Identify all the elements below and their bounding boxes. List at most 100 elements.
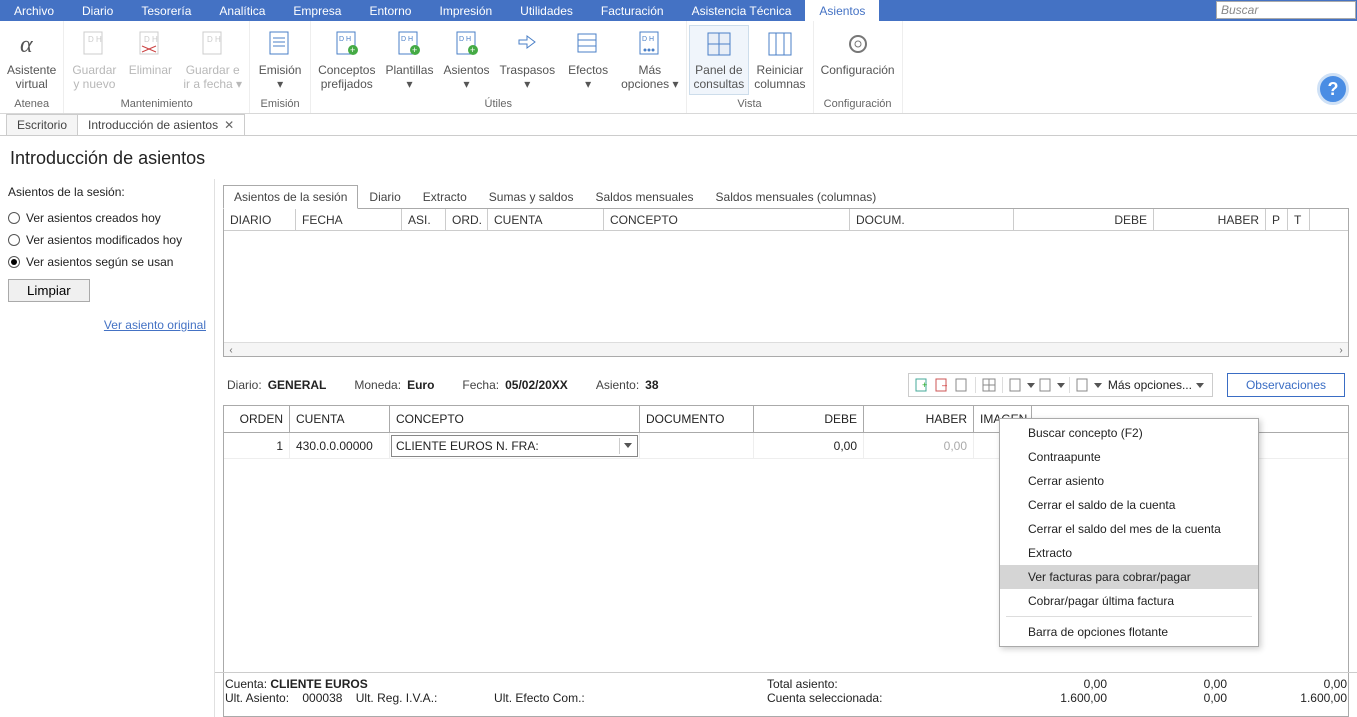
doc-del-icon[interactable]: –: [933, 376, 951, 394]
list2-icon[interactable]: [1037, 376, 1055, 394]
menu-diario[interactable]: Diario: [68, 0, 127, 21]
menu-facturación[interactable]: Facturación: [587, 0, 678, 21]
svg-text:α: α: [20, 32, 33, 58]
scrollbar[interactable]: ‹ ›: [224, 342, 1348, 356]
col-header[interactable]: ORDEN: [224, 406, 290, 432]
menu-item[interactable]: Buscar concepto (F2): [1000, 421, 1258, 445]
col-header[interactable]: ORD.: [446, 209, 488, 230]
menu-archivo[interactable]: Archivo: [0, 0, 68, 21]
inner-tab[interactable]: Sumas y saldos: [478, 185, 585, 208]
menu-asistencia técnica[interactable]: Asistencia Técnica: [678, 0, 806, 21]
menu-item[interactable]: Extracto: [1000, 541, 1258, 565]
col-header[interactable]: T: [1288, 209, 1310, 230]
cell-concepto[interactable]: CLIENTE EUROS N. FRA:: [390, 433, 640, 458]
menu-asientos[interactable]: Asientos: [805, 0, 879, 21]
col-header[interactable]: DEBE: [1014, 209, 1154, 230]
ribbon-guardar-e: D HGuardar eir a fecha ▾: [178, 25, 247, 95]
footer-cuenta-value: CLIENTE EUROS: [270, 677, 367, 691]
search-input[interactable]: Buscar: [1216, 1, 1356, 19]
inner-tab[interactable]: Extracto: [412, 185, 478, 208]
col-header[interactable]: CUENTA: [290, 406, 390, 432]
cell-documento[interactable]: [640, 433, 754, 458]
menu-item[interactable]: Cerrar asiento: [1000, 469, 1258, 493]
ribbon-asistente[interactable]: αAsistentevirtual: [2, 25, 61, 95]
radio-option[interactable]: Ver asientos creados hoy: [8, 207, 206, 229]
col-header[interactable]: CONCEPTO: [604, 209, 850, 230]
observations-button[interactable]: Observaciones: [1227, 373, 1345, 397]
ribbon-configuración[interactable]: Configuración: [816, 25, 900, 81]
caret-icon[interactable]: [1057, 383, 1065, 388]
col-header[interactable]: DEBE: [754, 406, 864, 432]
menu-item[interactable]: Cerrar el saldo de la cuenta: [1000, 493, 1258, 517]
cell-haber[interactable]: 0,00: [864, 433, 974, 458]
col-header[interactable]: CONCEPTO: [390, 406, 640, 432]
col-header[interactable]: DIARIO: [224, 209, 296, 230]
more-options-button[interactable]: Más opciones...: [1104, 378, 1208, 392]
col-header[interactable]: DOCUMENTO: [640, 406, 754, 432]
menu-utilidades[interactable]: Utilidades: [506, 0, 587, 21]
ribbon-efectos[interactable]: Efectos▾: [560, 25, 616, 95]
inner-tab[interactable]: Saldos mensuales: [584, 185, 704, 208]
scroll-right-icon[interactable]: ›: [1334, 343, 1348, 357]
grid-icon[interactable]: [980, 376, 998, 394]
ribbon-emisión[interactable]: Emisión▾: [252, 25, 308, 95]
menu-entorno[interactable]: Entorno: [355, 0, 425, 21]
doc-plus-icon: D H+: [331, 28, 363, 60]
clear-button[interactable]: Limpiar: [8, 279, 90, 302]
doc-dup-icon[interactable]: [953, 376, 971, 394]
doc-tab-escritorio[interactable]: Escritorio: [6, 114, 78, 135]
col-header[interactable]: FECHA: [296, 209, 402, 230]
ribbon-traspasos[interactable]: Traspasos▾: [495, 25, 561, 95]
radio-option[interactable]: Ver asientos modificados hoy: [8, 229, 206, 251]
col-header[interactable]: P: [1266, 209, 1288, 230]
view-original-link[interactable]: Ver asiento original: [8, 318, 206, 332]
menu-item[interactable]: Contraapunte: [1000, 445, 1258, 469]
radio-icon: [8, 256, 20, 268]
radio-option[interactable]: Ver asientos según se usan: [8, 251, 206, 273]
entry-info-bar: Diario: GENERAL Moneda: Euro Fecha: 05/0…: [223, 357, 1349, 405]
menu-empresa[interactable]: Empresa: [279, 0, 355, 21]
doc-tab-introducción-de-asientos[interactable]: Introducción de asientos✕: [77, 114, 245, 135]
menu-item[interactable]: Cobrar/pagar última factura: [1000, 589, 1258, 613]
inner-tab[interactable]: Asientos de la sesión: [223, 185, 358, 209]
footer-ultasi-value: 000038: [302, 691, 342, 705]
col-header[interactable]: HABER: [864, 406, 974, 432]
menu-item[interactable]: Cerrar el saldo del mes de la cuenta: [1000, 517, 1258, 541]
menu-impresión[interactable]: Impresión: [425, 0, 506, 21]
close-icon[interactable]: ✕: [224, 118, 234, 132]
col-header[interactable]: CUENTA: [488, 209, 604, 230]
combo-caret-icon[interactable]: [619, 438, 635, 454]
doc-dots-icon: D H: [634, 28, 666, 60]
ribbon-conceptos[interactable]: D H+Conceptosprefijados: [313, 25, 380, 95]
concepto-combobox[interactable]: CLIENTE EUROS N. FRA:: [391, 435, 638, 457]
col-header[interactable]: DOCUM.: [850, 209, 1014, 230]
caret-icon[interactable]: [1027, 383, 1035, 388]
ribbon-panel-de[interactable]: Panel deconsultas: [689, 25, 750, 95]
svg-text:–: –: [942, 380, 947, 390]
ribbon-asientos[interactable]: D H+Asientos▾: [438, 25, 494, 95]
doc-lines-icon: [264, 28, 296, 60]
col-header[interactable]: ASI.: [402, 209, 446, 230]
scroll-left-icon[interactable]: ‹: [224, 343, 238, 357]
ribbon-group-label: Configuración: [814, 96, 902, 113]
svg-text:D H: D H: [339, 36, 351, 43]
inner-tab[interactable]: Diario: [358, 185, 411, 208]
doc-icon[interactable]: [1074, 376, 1092, 394]
help-button[interactable]: ?: [1317, 73, 1349, 105]
menu-tesorería[interactable]: Tesorería: [127, 0, 205, 21]
ribbon-plantillas[interactable]: D H+Plantillas▾: [380, 25, 438, 95]
caret-icon[interactable]: [1094, 383, 1102, 388]
ribbon-eliminar: D HEliminar: [122, 25, 178, 81]
inner-tab[interactable]: Saldos mensuales (columnas): [705, 185, 888, 208]
ribbon-más[interactable]: D HMásopciones ▾: [616, 25, 683, 95]
cell-cuenta[interactable]: 430.0.0.00000: [290, 433, 390, 458]
ribbon-reiniciar[interactable]: Reiniciarcolumnas: [749, 25, 810, 95]
menu-analítica[interactable]: Analítica: [205, 0, 279, 21]
menu-item[interactable]: Barra de opciones flotante: [1000, 620, 1258, 644]
doc-new-icon[interactable]: +: [913, 376, 931, 394]
cell-debe[interactable]: 0,00: [754, 433, 864, 458]
list1-icon[interactable]: [1007, 376, 1025, 394]
doc-h-icon: D H: [78, 28, 110, 60]
col-header[interactable]: HABER: [1154, 209, 1266, 230]
menu-item[interactable]: Ver facturas para cobrar/pagar: [1000, 565, 1258, 589]
